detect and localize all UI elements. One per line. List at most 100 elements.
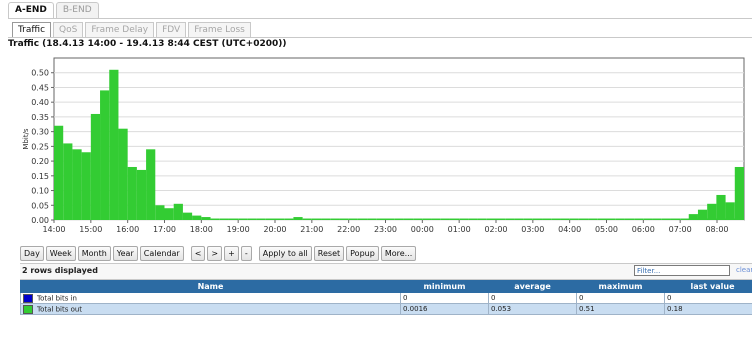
traffic-chart[interactable]: 0.00 0.05 0.10 0.15 0.20 0.25 0.30 0.35 0.40 0.45… <box>0 50 752 244</box>
month-button[interactable]: Month <box>77 246 111 261</box>
x-tick-label: 14:00 <box>42 225 65 234</box>
x-tick-label: 06:00 <box>632 225 655 234</box>
traffic-bar <box>670 218 681 220</box>
traffic-bar <box>459 218 469 220</box>
table-row[interactable]: Total bits in 0 0 0 0 <box>20 292 752 304</box>
chart-toolbar: Day Week Month Year Calendar < > + - App… <box>20 246 418 261</box>
x-tick-label: 07:00 <box>669 225 692 234</box>
traffic-bar <box>275 218 285 220</box>
traffic-bar <box>440 218 450 220</box>
x-tick-label: 15:00 <box>79 225 102 234</box>
tab-fdv[interactable]: FDV <box>156 22 187 38</box>
x-tick-label: 21:00 <box>300 225 323 234</box>
previous-button[interactable]: < <box>190 246 206 261</box>
color-swatch <box>23 304 33 314</box>
tab-b-end[interactable]: B-END <box>55 2 99 18</box>
traffic-bar <box>367 218 377 220</box>
tab-traffic[interactable]: Traffic <box>12 22 52 38</box>
traffic-bar <box>588 218 598 220</box>
x-tick-label: 17:00 <box>153 225 176 234</box>
col-name[interactable]: Name <box>20 280 401 293</box>
series-name-cell: Total bits in <box>20 292 401 304</box>
traffic-bar <box>431 218 441 220</box>
traffic-bar <box>716 194 726 220</box>
series-table: Name minimum average maximum last value … <box>20 280 752 315</box>
traffic-bar <box>311 218 322 220</box>
x-tick-label: 00:00 <box>411 225 434 234</box>
y-tick-label: 0.25 <box>31 142 49 151</box>
x-tick-label: 23:00 <box>374 225 397 234</box>
tab-divider <box>8 18 752 19</box>
traffic-bar <box>542 218 552 220</box>
traffic-bar <box>330 218 340 220</box>
col-average[interactable]: average <box>488 280 577 293</box>
series-name: Total bits in <box>37 294 77 302</box>
calendar-button[interactable]: Calendar <box>139 246 184 261</box>
traffic-bar <box>284 218 294 220</box>
tab-qos[interactable]: QoS <box>53 22 84 38</box>
traffic-bar <box>293 217 303 220</box>
traffic-bar <box>376 218 386 220</box>
traffic-bar <box>54 125 64 220</box>
chart-title: Traffic (18.4.13 14:00 - 19.4.13 8:44 CE… <box>8 39 287 49</box>
traffic-bar <box>505 218 515 220</box>
traffic-bar <box>136 169 147 220</box>
traffic-bar <box>725 202 735 220</box>
traffic-bar <box>348 218 358 220</box>
traffic-bar <box>100 90 110 221</box>
filter-input[interactable] <box>634 265 730 276</box>
zoom-in-button[interactable]: + <box>224 246 239 261</box>
week-button[interactable]: Week <box>45 246 76 261</box>
x-tick-label: 01:00 <box>448 225 471 234</box>
year-button[interactable]: Year <box>112 246 138 261</box>
x-tick-label: 18:00 <box>190 225 213 234</box>
traffic-bar <box>707 203 717 220</box>
y-tick-label: 0.35 <box>31 113 49 122</box>
x-tick-label: 04:00 <box>558 225 581 234</box>
traffic-bar <box>652 218 662 220</box>
popup-button[interactable]: Popup <box>346 246 379 261</box>
table-row[interactable]: Total bits out 0.0016 0.053 0.51 0.18 <box>20 303 752 315</box>
traffic-bar <box>256 218 266 220</box>
y-tick-label: 0.05 <box>31 201 49 210</box>
col-maximum[interactable]: maximum <box>576 280 665 293</box>
x-tick-label: 02:00 <box>484 225 507 234</box>
traffic-bar <box>118 128 128 220</box>
tab-frame-loss[interactable]: Frame Loss <box>188 22 251 38</box>
col-last-value[interactable]: last value <box>664 280 752 293</box>
last-value-cell: 0 <box>664 292 752 304</box>
traffic-bar <box>615 218 625 220</box>
traffic-bar <box>551 218 561 220</box>
tab-frame-delay[interactable]: Frame Delay <box>85 22 155 38</box>
plot-area <box>53 57 745 221</box>
traffic-bar <box>449 218 460 220</box>
traffic-bar <box>238 218 248 220</box>
traffic-bar <box>688 214 698 220</box>
traffic-bar <box>192 215 202 220</box>
traffic-bar <box>523 218 533 220</box>
tab-a-end[interactable]: A-END <box>8 2 54 18</box>
apply-to-all-button[interactable]: Apply to all <box>258 246 312 261</box>
x-tick-label: 05:00 <box>595 225 618 234</box>
col-minimum[interactable]: minimum <box>400 280 489 293</box>
more-button[interactable]: More... <box>380 246 417 261</box>
day-button[interactable]: Day <box>20 246 44 261</box>
reset-button[interactable]: Reset <box>313 246 345 261</box>
traffic-bar <box>661 218 671 220</box>
traffic-bar <box>219 218 229 220</box>
next-button[interactable]: > <box>207 246 223 261</box>
y-tick-label: 0.45 <box>31 83 49 92</box>
clear-link[interactable]: clear <box>736 266 752 274</box>
traffic-bar <box>413 218 423 220</box>
minimum-cell: 0.0016 <box>400 303 489 315</box>
end-tabs: A-END B-END <box>8 2 99 18</box>
traffic-bar <box>468 218 478 220</box>
series-name: Total bits out <box>37 305 83 313</box>
zoom-out-button[interactable]: - <box>240 246 252 261</box>
traffic-bar <box>339 218 349 220</box>
x-tick-label: 20:00 <box>263 225 286 234</box>
traffic-bar <box>63 143 73 220</box>
series-name-cell: Total bits out <box>20 303 401 315</box>
traffic-bar <box>201 217 211 220</box>
traffic-bar <box>560 218 570 220</box>
